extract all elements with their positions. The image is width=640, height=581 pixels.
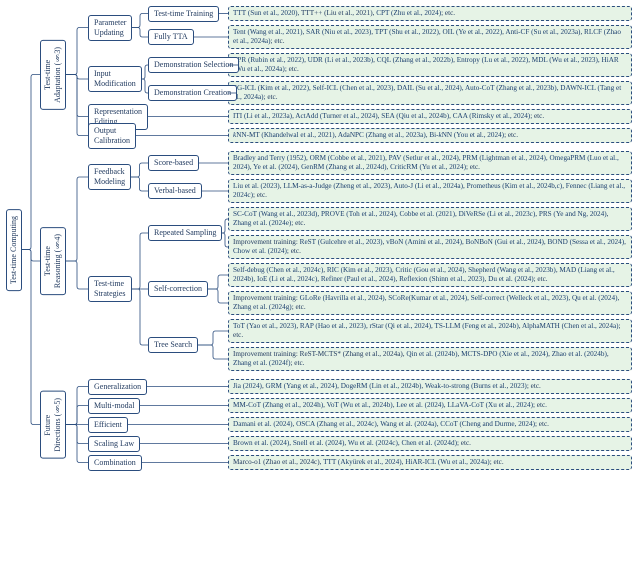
category-node: Combination [88, 455, 142, 471]
leaf-panel: Self-debug (Chen et al., 2024c), RIC (Ki… [228, 263, 632, 287]
category-node: Generalization [88, 379, 147, 395]
leaf-panel: EPR (Rubin et al., 2022), UDR (Li et al.… [228, 53, 632, 77]
subcategory-node: Demonstration Selection [148, 57, 239, 73]
category-node: ParameterUpdating [88, 15, 132, 41]
leaf-panel: Brown et al. (2024), Snell et al. (2024)… [228, 436, 632, 451]
leaf-panel: Liu et al. (2023), LLM-as-a-Judge (Zheng… [228, 179, 632, 203]
leaf-panel: Tent (Wang et al., 2021), SAR (Niu et al… [228, 25, 632, 49]
section-node: Test-timeAdaptation (§3) [40, 40, 66, 110]
leaf-panel: SC-CoT (Wang et al., 2023d), PROVE (Toh … [228, 207, 632, 231]
leaf-panel: Bradley and Terry (1952), ORM (Cobbe et … [228, 151, 632, 175]
subcategory-node: Demonstration Creation [148, 85, 237, 101]
leaf-panel: Jia (2024), GRM (Yang et al., 2024), Dog… [228, 379, 632, 394]
leaf-panel: Marco-o1 (Zhao et al., 2024c), TTT (Akyü… [228, 455, 632, 470]
leaf-panel: Improvement training: GLoRe (Havrilla et… [228, 291, 632, 315]
subcategory-node: Verbal-based [148, 183, 202, 199]
category-node: FeedbackModeling [88, 164, 131, 190]
subcategory-node: Tree Search [148, 337, 198, 353]
category-node: Scaling Law [88, 436, 140, 452]
leaf-panel: ITI (Li et al., 2023a), ActAdd (Turner e… [228, 109, 632, 124]
leaf-panel: ToT (Yao et al., 2023), RAP (Hao et al.,… [228, 319, 632, 343]
root-node: Test-time Computing [6, 209, 22, 291]
leaf-panel: kNN-MT (Khandelwal et al., 2021), AdaNPC… [228, 128, 632, 143]
subcategory-node: Repeated Sampling [148, 225, 222, 241]
subcategory-node: Score-based [148, 155, 199, 171]
leaf-panel: Damani et al. (2024), OSCA (Zhang et al.… [228, 417, 632, 432]
subcategory-node: Fully TTA [148, 29, 194, 45]
category-node: Multi-modal [88, 398, 140, 414]
leaf-panel: MM-CoT (Zhang et al., 2024h), VoT (Wu et… [228, 398, 632, 413]
category-node: OutputCalibration [88, 123, 136, 149]
subcategory-node: Test-time Training [148, 6, 219, 22]
section-node: Test-timeReasoning (§4) [40, 227, 66, 295]
subcategory-node: Self-correction [148, 281, 208, 297]
section-node: FutureDirections (§5) [40, 391, 66, 459]
leaf-panel: TTT (Sun et al., 2020), TTT++ (Liu et al… [228, 6, 632, 21]
category-node: Efficient [88, 417, 128, 433]
leaf-panel: Improvement training: ReST (Gulcehre et … [228, 235, 632, 259]
leaf-panel: Improvement training: ReST-MCTS* (Zhang … [228, 347, 632, 371]
leaf-panel: SG-ICL (Kim et al., 2022), Self-ICL (Che… [228, 81, 632, 105]
category-node: Test-timeStrategies [88, 276, 132, 302]
category-node: InputModification [88, 66, 142, 92]
